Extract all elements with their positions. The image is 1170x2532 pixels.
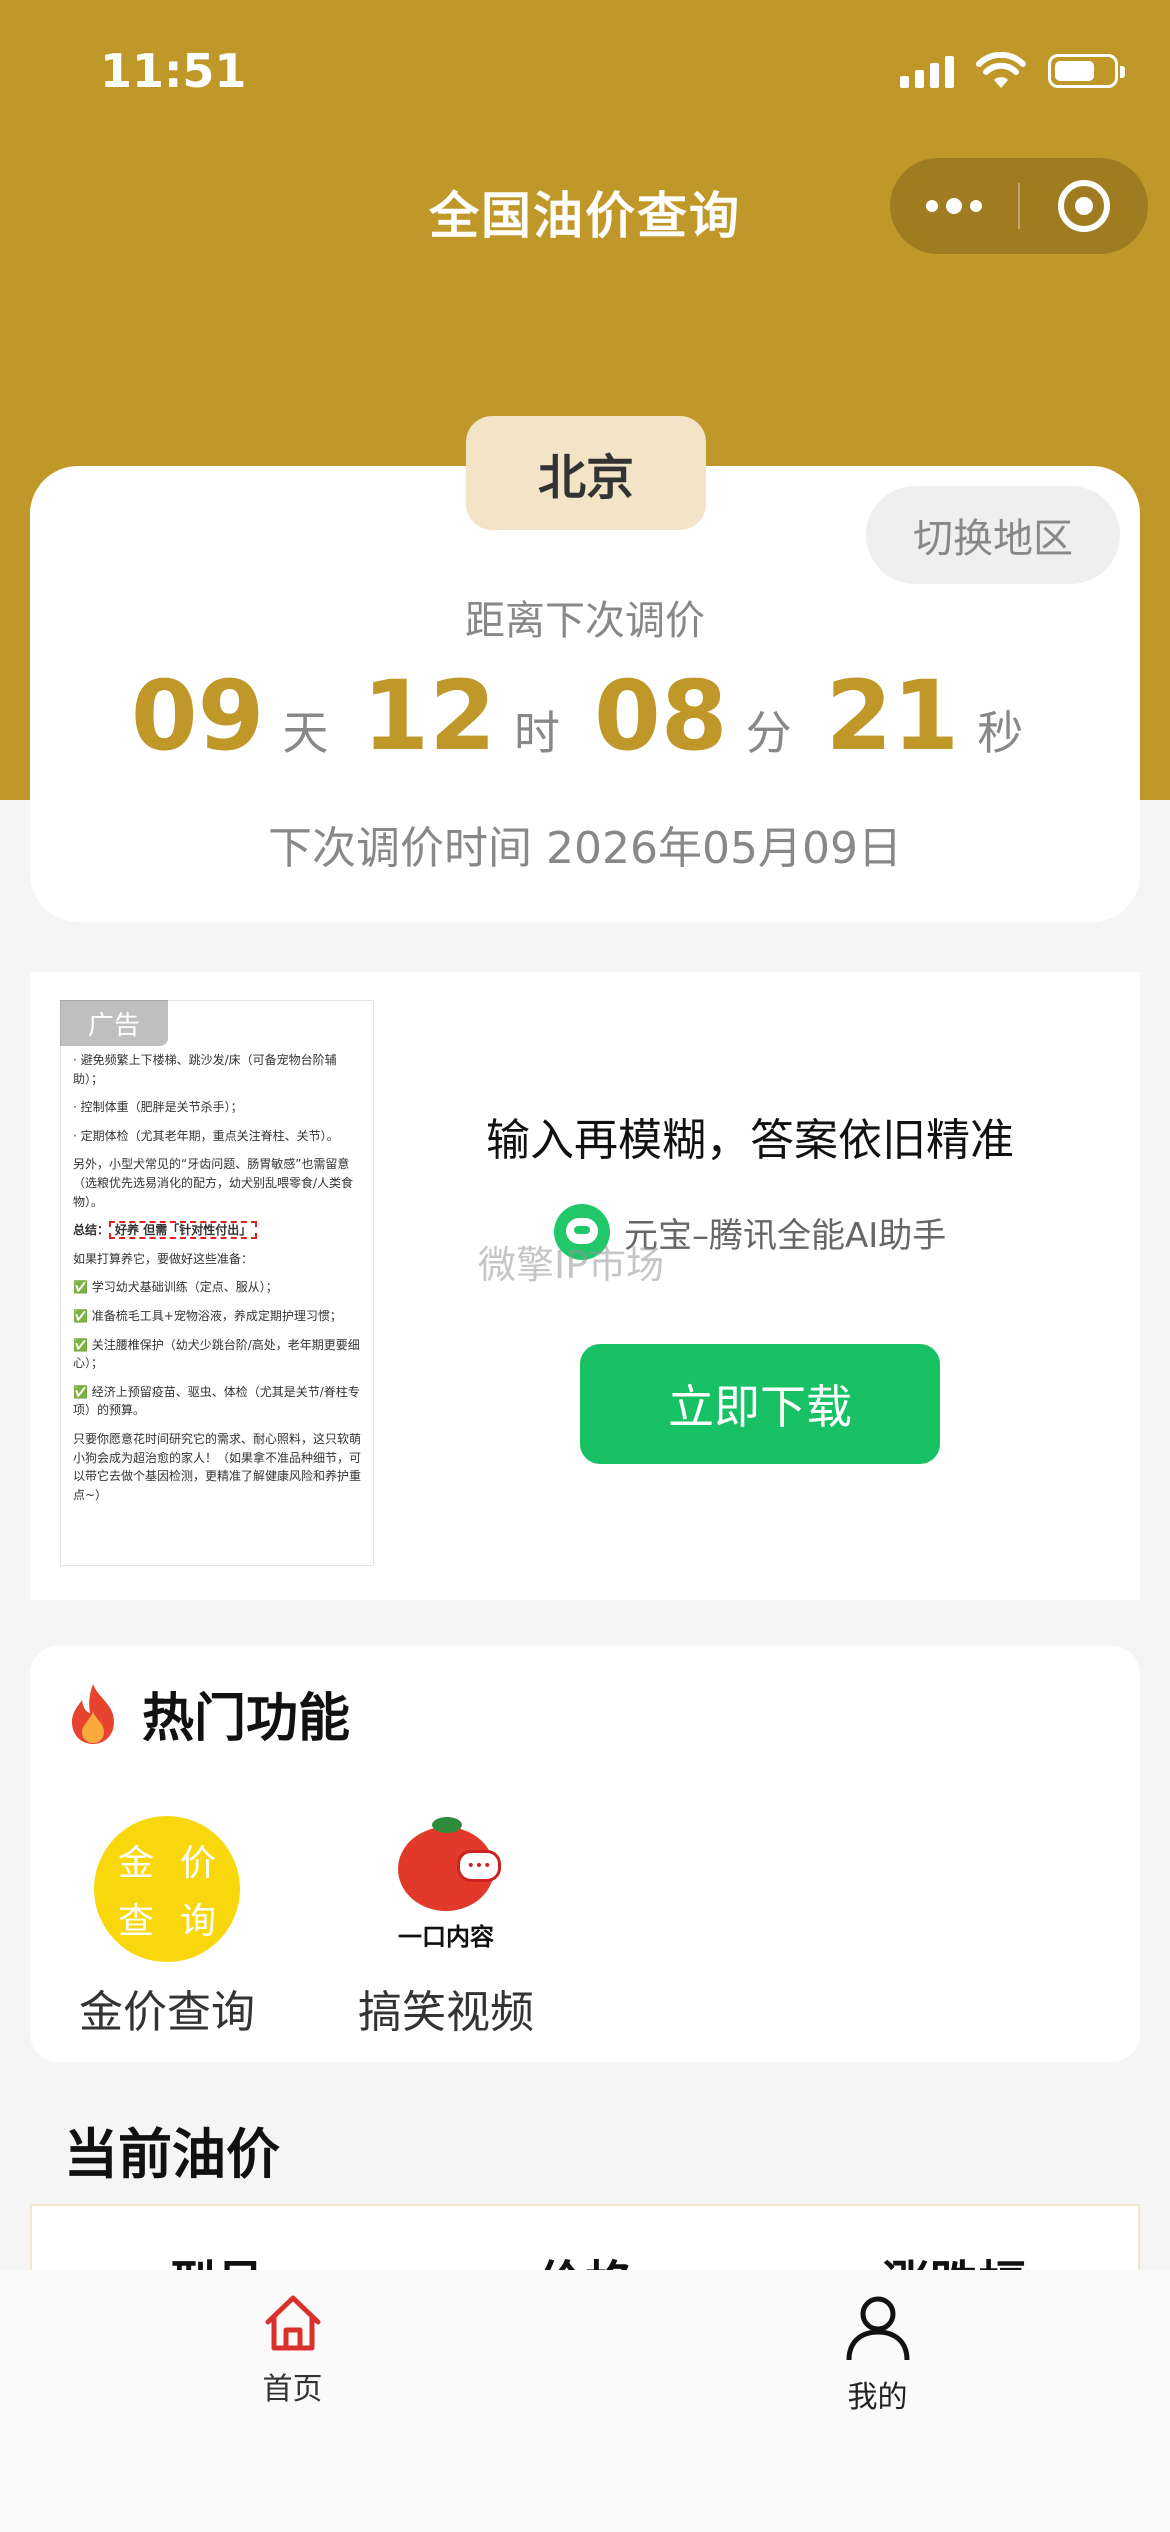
ad-thumbnail[interactable]: · 避免频繁上下楼梯、跳沙发/床（可备宠物台阶辅助）； · 控制体重（肥胖是关节… [60, 1000, 374, 1566]
feature-label: 金价查询 [79, 1987, 255, 2038]
thumb-line: 如果打算养它，要做好这些准备： [73, 1251, 254, 1266]
thumb-check: 经济上预留疫苗、驱虫、体检（尤其是关节/脊柱专项）的预算。 [73, 1383, 361, 1420]
more-dots-icon [926, 200, 938, 212]
battery-icon [1048, 54, 1125, 88]
thumb-check: 关注腰椎保护（幼犬少跳台阶/高处，老年期更要细心）； [73, 1336, 361, 1373]
thumb-line: 只要你愿意花时间研究它的需求、耐心照料，这只软萌小狗会成为超治愈的家人！（如果拿… [73, 1431, 362, 1502]
home-icon [265, 2295, 320, 2351]
status-icons [900, 52, 1125, 90]
countdown-minutes: 08 [594, 660, 728, 772]
tab-label: 我的 [847, 2380, 908, 2415]
next-adjust-date: 下次调价时间 2026年05月09日 [268, 823, 902, 874]
status-time: 11:51 [100, 44, 247, 98]
ad-headline: 输入再模糊，答案依旧精准 [486, 1115, 1014, 1166]
tab-label: 首页 [262, 2372, 323, 2407]
thumb-check: 学习幼犬基础训练（定点、服从）； [73, 1278, 361, 1297]
feature-funny-video[interactable]: ••• 一口内容 搞笑视频 [346, 1816, 546, 2040]
current-oil-title: 当前油价 [64, 2123, 280, 2186]
target-icon [1058, 180, 1110, 232]
hot-features-title: 热门功能 [64, 1676, 350, 1751]
tab-mine[interactable]: 我的 [585, 2270, 1170, 2532]
countdown-days: 09 [130, 660, 265, 772]
tab-bar: 首页 我的 [0, 2270, 1170, 2532]
thumb-check: 准备梳毛工具+宠物浴液，养成定期护理习惯； [73, 1307, 361, 1326]
thumb-line: · 避免频繁上下楼梯、跳沙发/床（可备宠物台阶辅助）； [73, 1053, 337, 1086]
thumb-line: · 定期体检（尤其老年期，重点关注脊柱、关节）。 [73, 1128, 339, 1143]
countdown-label: 距离下次调价 [465, 598, 705, 644]
hot-title-text: 热门功能 [142, 1689, 351, 1749]
feature-label: 搞笑视频 [358, 1987, 534, 2038]
mini-program-capsule [890, 158, 1148, 254]
feature-gold-price[interactable]: 金 价 查 询 金价查询 [72, 1816, 262, 2040]
wifi-icon [976, 52, 1026, 88]
seconds-unit: 秒 [977, 706, 1024, 760]
thumb-line: 另外，小型犬常见的“牙齿问题、肠胃敏感”也需留意（选粮优先选易消化的配方，幼犬别… [73, 1157, 354, 1209]
user-icon [846, 2296, 909, 2361]
thumb-summary: 总结： 好养 但需「针对性付出」 [73, 1221, 361, 1240]
ad-brand-name: 元宝–腾讯全能AI助手 [624, 1215, 947, 1256]
ad-badge: 广告 [60, 1000, 168, 1046]
countdown-timer: 09 天 12 时 08 分 21 秒 [0, 660, 1170, 772]
watermark: 微擎IP市场 [478, 1243, 665, 1287]
gold-price-icon: 金 价 查 询 [94, 1816, 240, 1962]
thumb-line: · 控制体重（肥胖是关节杀手）； [73, 1100, 243, 1115]
fire-icon [72, 1683, 114, 1744]
minutes-unit: 分 [745, 706, 792, 760]
tomato-icon: ••• 一口内容 [373, 1816, 519, 1962]
days-unit: 天 [282, 706, 329, 760]
hours-unit: 时 [514, 706, 560, 760]
more-button[interactable] [890, 198, 1018, 214]
switch-region-button[interactable]: 切换地区 [866, 486, 1120, 584]
countdown-seconds: 21 [825, 660, 960, 772]
signal-icon [900, 54, 954, 88]
close-button[interactable] [1020, 180, 1148, 232]
city-tab[interactable]: 北京 [466, 416, 706, 530]
thumb-highlight: 好养 但需「针对性付出」 [109, 1221, 258, 1240]
tab-home[interactable]: 首页 [0, 2270, 585, 2532]
countdown-hours: 12 [362, 660, 496, 772]
download-button[interactable]: 立即下载 [580, 1344, 940, 1464]
